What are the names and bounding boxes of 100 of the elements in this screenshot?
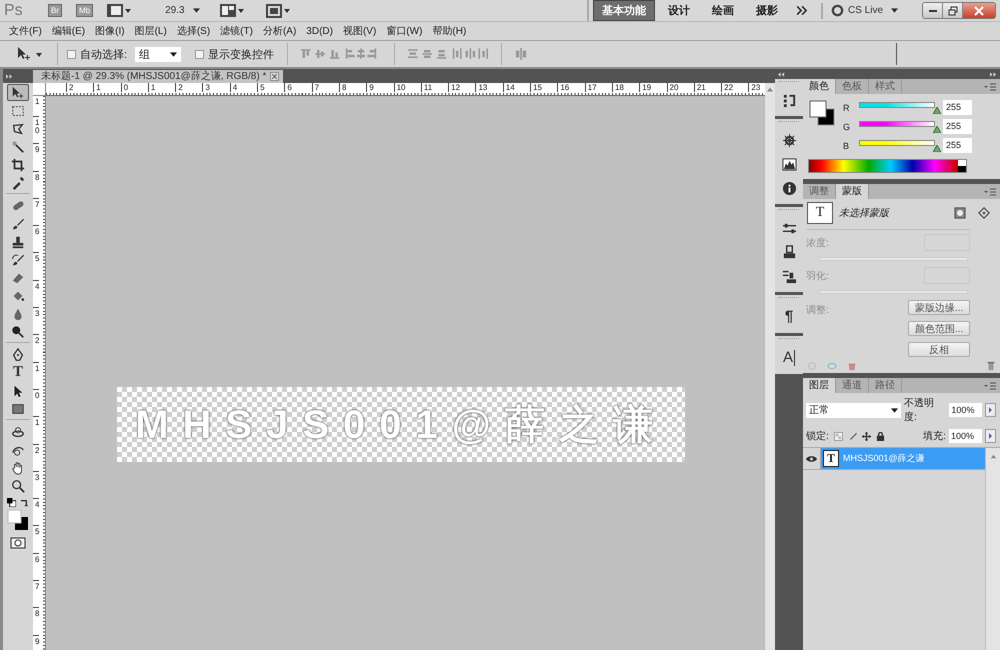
layout-icon[interactable]: [220, 4, 244, 18]
scroll-up-icon[interactable]: [765, 83, 775, 96]
screen-mode-icon[interactable]: [266, 4, 290, 18]
scrollbar[interactable]: [985, 448, 1000, 650]
panel-menu-icon[interactable]: [984, 82, 996, 90]
workspace-tab[interactable]: 设计: [658, 0, 699, 21]
ruler-corner[interactable]: [33, 83, 46, 96]
slider-thumb[interactable]: [933, 107, 941, 114]
ruler-number: 16: [557, 83, 585, 92]
panel-menu-icon[interactable]: [984, 188, 996, 196]
arrow-button-icon[interactable]: [985, 403, 996, 417]
panel-tab[interactable]: 色板: [836, 79, 869, 94]
color-spectrum[interactable]: [808, 159, 967, 173]
move-icon[interactable]: [862, 432, 871, 440]
menu-item[interactable]: 编辑(E): [52, 24, 86, 38]
opacity-field[interactable]: 100%: [949, 403, 982, 417]
menu-item[interactable]: 选择(S): [176, 24, 210, 38]
checkerboard-icon[interactable]: [834, 432, 843, 440]
paragraph-icon[interactable]: ¶: [784, 309, 794, 325]
caret-icon[interactable]: [192, 8, 200, 13]
target-dropdown[interactable]: 组: [135, 46, 182, 62]
brush-icon[interactable]: [848, 432, 857, 440]
ruler-number: 3: [202, 83, 230, 92]
histogram-icon[interactable]: [782, 157, 796, 172]
menu-item[interactable]: 图像(I): [95, 24, 125, 38]
value-field[interactable]: 255: [943, 138, 972, 153]
menu-item[interactable]: 视图(V): [342, 24, 376, 38]
lock-icon[interactable]: [876, 432, 885, 440]
pixel-mask-icon[interactable]: [954, 207, 966, 219]
stamp-icon[interactable]: [782, 245, 796, 260]
value-field[interactable]: 255: [943, 119, 972, 134]
slider-thumb[interactable]: [933, 126, 941, 133]
panel-tab[interactable]: 图层: [803, 378, 836, 393]
menu-item[interactable]: 滤镜(T): [220, 24, 253, 38]
info-icon[interactable]: [782, 181, 796, 196]
slider-track[interactable]: [859, 102, 935, 108]
cs-live-menu[interactable]: CS Live: [848, 5, 883, 16]
slider-track[interactable]: [859, 121, 935, 127]
close-button[interactable]: [963, 3, 995, 18]
menu-item[interactable]: 窗口(W): [386, 24, 422, 38]
show-transform-label: 显示变换控件: [208, 48, 274, 62]
film-strip-icon[interactable]: [107, 4, 132, 18]
checkbox[interactable]: [67, 50, 76, 58]
sliders-icon[interactable]: [782, 221, 796, 236]
panel-tab[interactable]: 样式: [869, 79, 902, 94]
restore-button[interactable]: [943, 3, 963, 18]
trash-icon[interactable]: [986, 361, 996, 371]
wheel-icon[interactable]: [782, 133, 796, 148]
panel-menu-icon[interactable]: [984, 382, 996, 390]
move-tool-icon[interactable]: [16, 46, 42, 62]
scroll-up-icon[interactable]: [988, 452, 998, 461]
mask-button[interactable]: 反相: [908, 342, 970, 357]
quick-mask-icon[interactable]: [10, 537, 26, 549]
color-swatches-icon[interactable]: [7, 509, 29, 531]
ruler-number: 9: [33, 634, 40, 650]
slider-thumb[interactable]: [933, 145, 941, 152]
document-tab[interactable]: 未标题-1 @ 29.3% (MHSJS001@薛之谦, RGB/8) *: [33, 70, 284, 83]
layer-row[interactable]: T MHSJS001@薛之谦: [821, 448, 985, 469]
ruler-number: 18: [612, 83, 640, 92]
panel-tab[interactable]: 蒙版: [836, 184, 869, 199]
slider-track[interactable]: [859, 140, 935, 146]
menu-item[interactable]: 3D(D): [306, 26, 333, 36]
menu-item[interactable]: 图层(L): [134, 24, 167, 38]
color-swatches-icon[interactable]: [809, 100, 835, 126]
move-tool-icon[interactable]: [7, 84, 29, 101]
caret-icon[interactable]: [891, 8, 898, 13]
mask-button[interactable]: 蒙版边缘...: [908, 300, 970, 315]
ruler-number: 21: [694, 83, 722, 92]
minimize-button[interactable]: [923, 3, 943, 18]
menu-item[interactable]: 文件(F): [9, 24, 42, 38]
history-icon[interactable]: [782, 93, 796, 108]
panel-tab[interactable]: 路径: [869, 378, 902, 393]
refine-label: 调整:: [806, 304, 829, 318]
checkbox[interactable]: [195, 50, 204, 58]
menu-item[interactable]: 帮助(H): [432, 24, 466, 38]
mask-button[interactable]: 颜色范围...: [908, 321, 970, 336]
collapse-icon[interactable]: [778, 72, 785, 76]
fill-field[interactable]: 100%: [949, 429, 982, 443]
workspace-tab[interactable]: 摄影: [746, 0, 787, 21]
menu-item[interactable]: 分析(A): [262, 24, 296, 38]
type-tool-icon[interactable]: T: [7, 364, 29, 381]
value-field[interactable]: 255: [943, 100, 972, 115]
layer-thumbnail: T: [823, 450, 839, 467]
tool-preset-icon[interactable]: [782, 269, 796, 284]
more-icon[interactable]: [796, 6, 807, 15]
default-colors-icon[interactable]: [7, 498, 16, 507]
vector-mask-icon[interactable]: [978, 207, 990, 219]
expand-icon[interactable]: [990, 72, 997, 76]
workspace-tab[interactable]: 绘画: [702, 0, 743, 21]
zoom-level[interactable]: 29.3: [165, 5, 185, 16]
ruler-number: 9: [33, 143, 40, 171]
workspace-tab[interactable]: 基本功能: [592, 0, 655, 21]
arrow-button-icon[interactable]: [985, 429, 996, 443]
swap-icon[interactable]: [20, 498, 29, 507]
panel-tab[interactable]: 颜色: [803, 79, 836, 94]
close-icon[interactable]: [270, 72, 280, 81]
expand-icon[interactable]: [6, 74, 13, 78]
scrollbar[interactable]: [764, 96, 775, 650]
panel-tab[interactable]: 通道: [836, 378, 869, 393]
blend-mode-dropdown[interactable]: 正常: [806, 402, 902, 418]
